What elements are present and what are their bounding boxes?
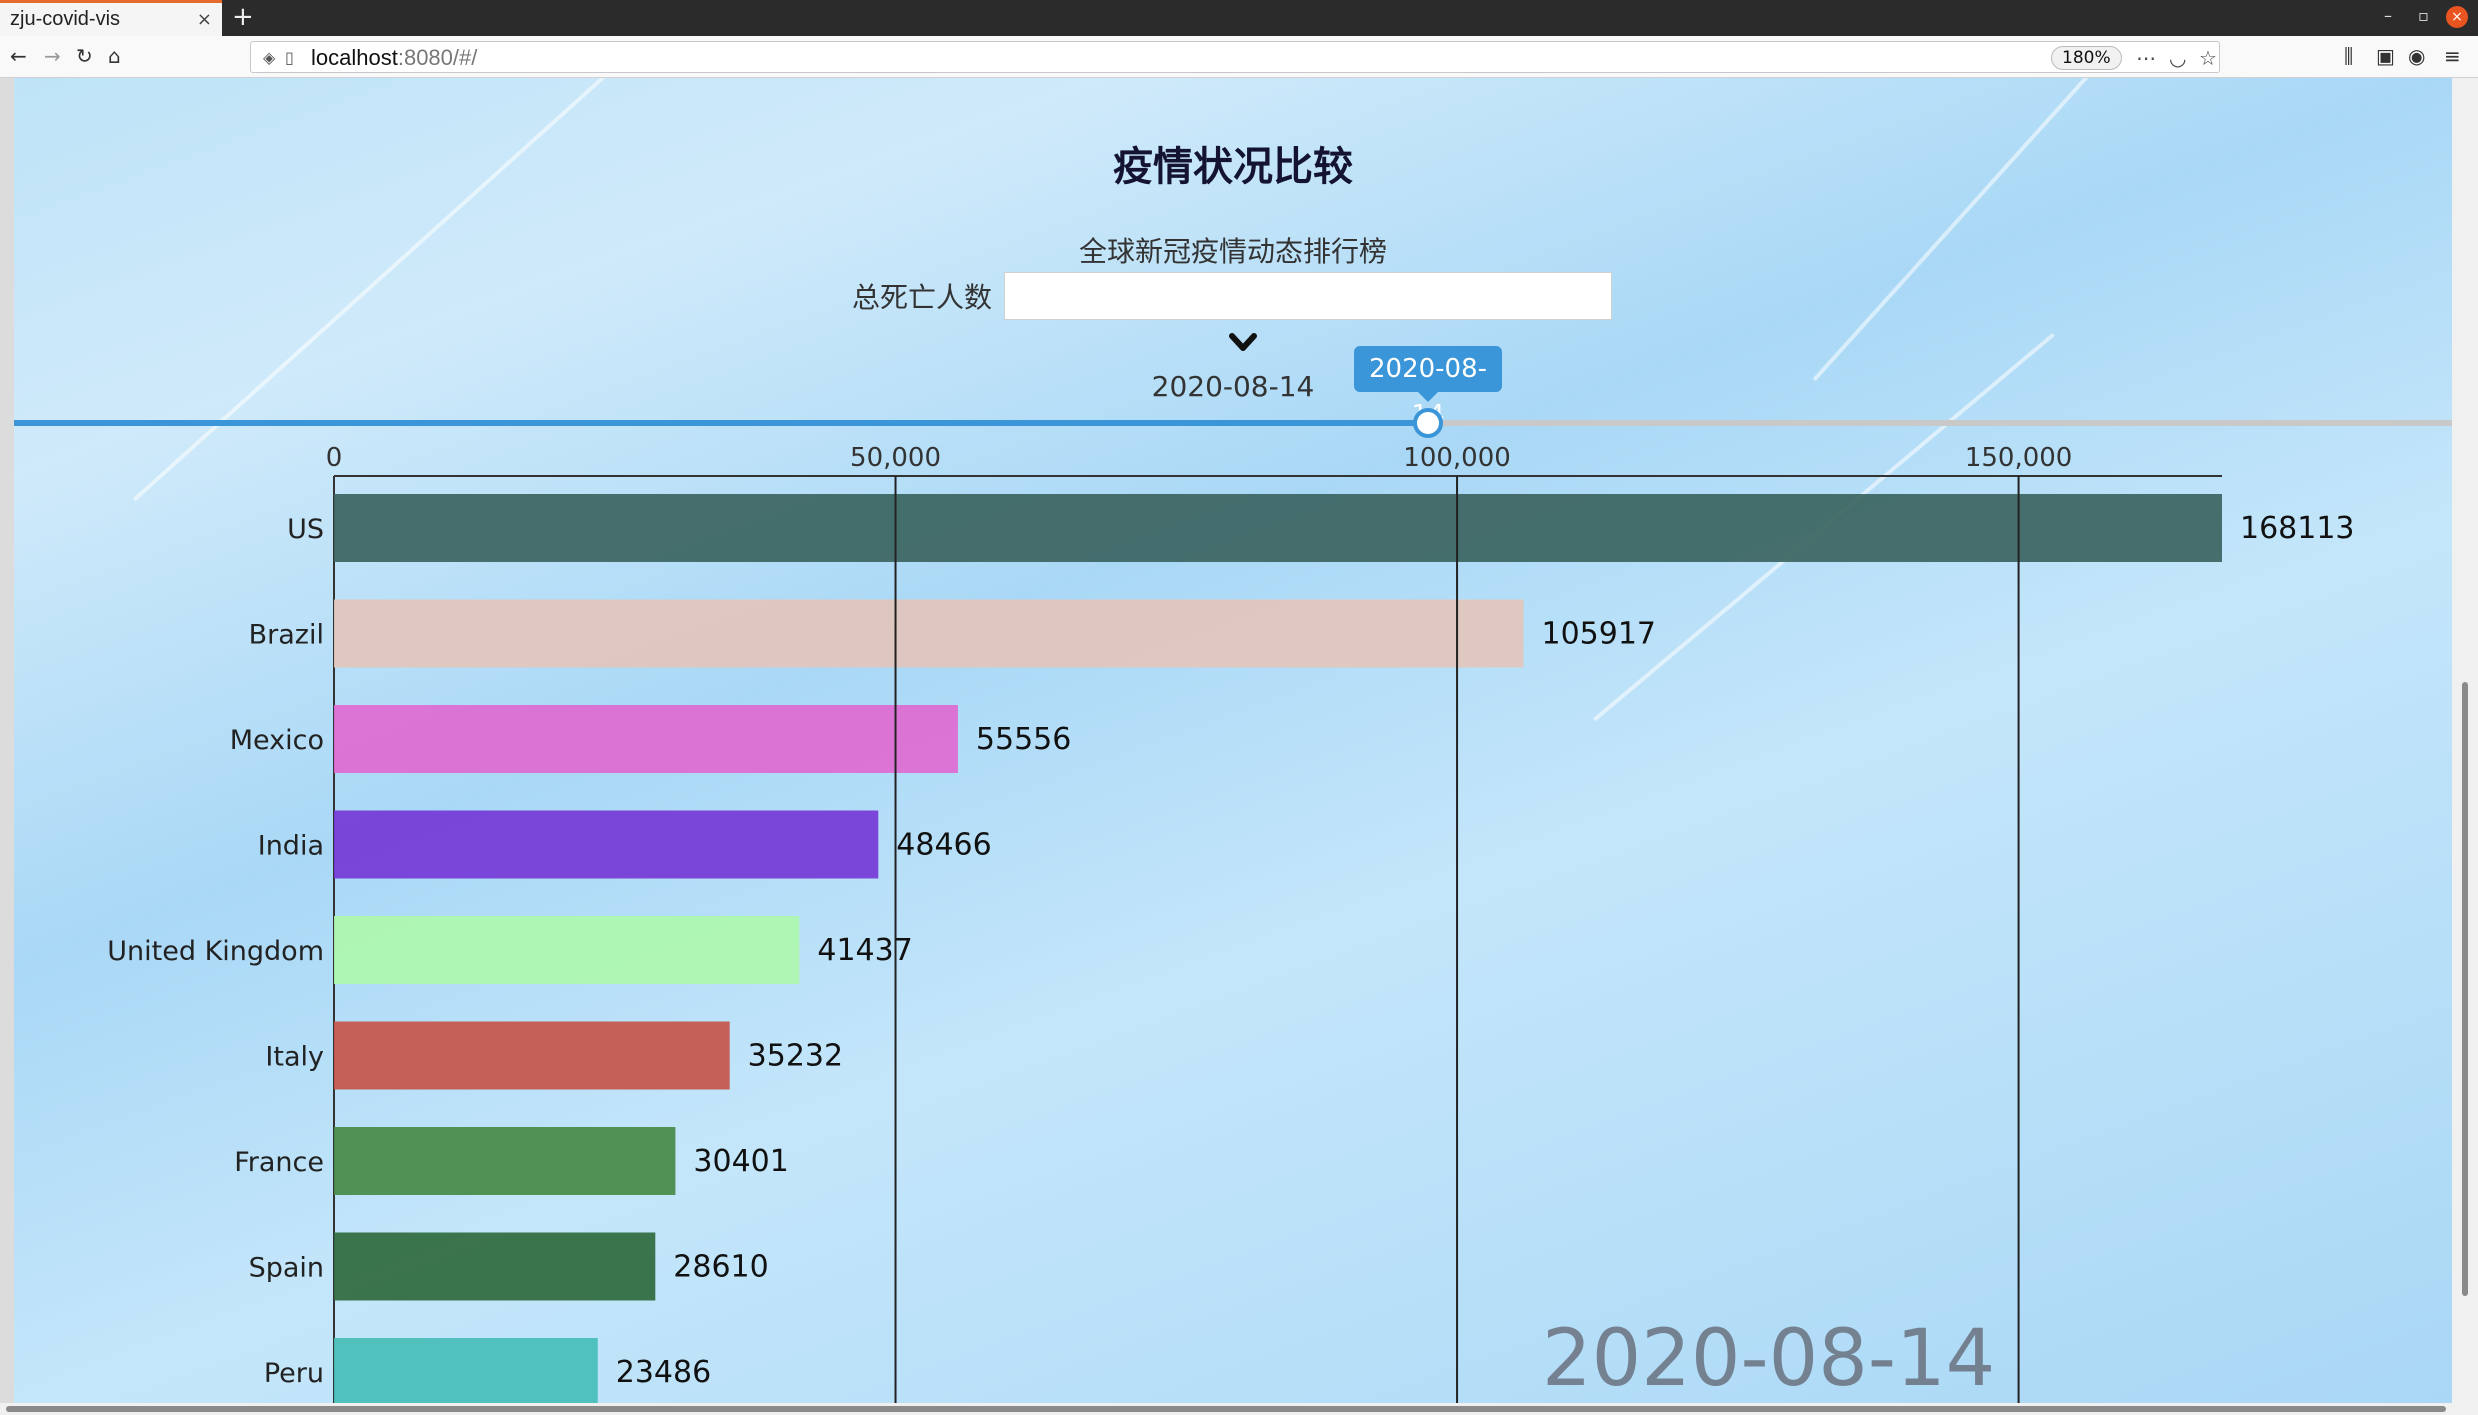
bar-brazil [334,599,1524,668]
vertical-scroll-thumb[interactable] [2462,682,2468,1296]
bar-india [334,810,879,879]
shield-icon[interactable]: ◈ [263,48,275,67]
value-label: 55556 [976,722,1071,757]
tab-strip: zju-covid-vis × + – ▫ × [0,0,2478,36]
reload-icon[interactable]: ↻ [76,44,93,68]
x-tick-label: 100,000 [1403,443,1511,473]
x-tick-label: 50,000 [850,443,941,473]
bar-united-kingdom [334,916,800,984]
account-icon[interactable]: ◉ [2408,44,2425,68]
bar-mexico [334,705,958,773]
value-label: 168113 [2240,511,2355,546]
value-label: 105917 [1542,617,1657,652]
watermark-date: 2020-08-14 [1542,1314,1996,1403]
value-label: 23486 [616,1355,711,1390]
value-label: 28610 [673,1250,768,1285]
url-text: localhost:8080/#/ [311,45,478,70]
home-icon[interactable]: ⌂ [108,44,121,68]
category-label: Italy [265,1042,324,1073]
category-label: United Kingdom [107,936,324,967]
tab-title: zju-covid-vis [10,8,121,30]
category-label: Spain [249,1253,324,1284]
zoom-level-badge[interactable]: 180% [2051,46,2122,70]
bar-chart: 0 50,000 100,000 150,000 US 168113 Brazil 10591… [107,443,2355,1403]
sidebar-icon[interactable]: ▣ [2376,44,2395,68]
address-bar[interactable]: ◈ ▯ localhost:8080/#/ 180% ⋯ ◡ ☆ [250,41,2220,73]
new-tab-button[interactable]: + [232,2,254,32]
value-label: 48466 [896,828,991,863]
value-label: 35232 [748,1039,843,1074]
bar-peru [334,1338,598,1403]
category-label: India [258,831,324,862]
page-viewport: 疫情状况比较 全球新冠疫情动态排行榜 总死亡人数 2020-08-14 2020… [14,78,2452,1403]
bar-france [334,1127,676,1195]
tab-zju-covid-vis[interactable]: zju-covid-vis × [0,0,222,36]
category-label: Mexico [230,725,324,756]
category-label: Brazil [249,620,324,651]
page-info-icon[interactable]: ▯ [285,48,294,67]
horizontal-scroll-thumb[interactable] [6,1406,2446,1412]
navigation-toolbar: ← → ↻ ⌂ ◈ ▯ localhost:8080/#/ 180% ⋯ ◡ ☆… [0,36,2478,78]
category-label: Peru [264,1358,324,1389]
value-label: 41437 [817,933,912,968]
bar-spain [334,1232,656,1301]
minimize-icon[interactable]: – [2384,6,2392,25]
library-icon[interactable]: ⫼ [2344,44,2353,68]
menu-icon[interactable]: ≡ [2444,44,2461,68]
category-label: France [234,1147,324,1178]
bar-us [334,494,2222,562]
x-tick-label: 150,000 [1965,443,2073,473]
value-label: 30401 [693,1144,788,1179]
forward-arrow-icon[interactable]: → [44,44,61,68]
maximize-icon[interactable]: ▫ [2418,6,2429,25]
back-arrow-icon[interactable]: ← [10,44,27,68]
bookmark-star-icon[interactable]: ☆ [2199,46,2217,70]
vertical-scrollbar[interactable] [2452,78,2478,1403]
bar-italy [334,1021,730,1090]
x-tick-label: 0 [326,443,343,473]
category-label: US [287,514,324,545]
pocket-icon[interactable]: ◡ [2169,46,2186,70]
horizontal-scrollbar[interactable] [0,1403,2478,1415]
close-window-icon[interactable]: × [2446,6,2468,28]
page-actions-icon[interactable]: ⋯ [2136,46,2156,70]
tab-close-icon[interactable]: × [197,9,212,30]
